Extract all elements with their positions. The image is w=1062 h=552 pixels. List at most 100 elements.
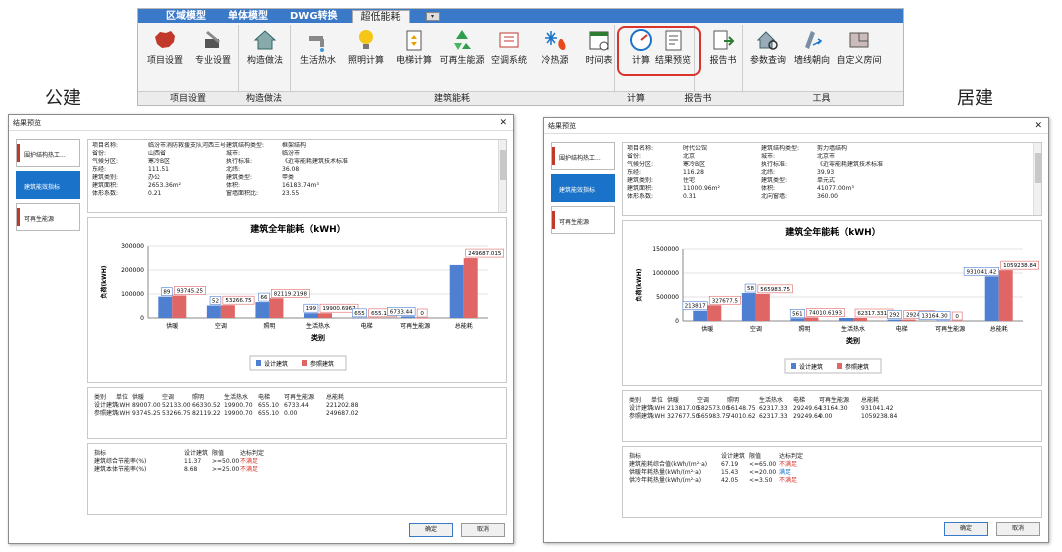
info-value: 16183.74m³ xyxy=(282,182,319,189)
scrollbar-thumb[interactable] xyxy=(500,150,506,180)
nav-item-0[interactable]: 围护结构热工... xyxy=(16,139,80,167)
table-row: 参照建筑 kWH 93745.25 53266.75 82119.22 19900.70 6… xyxy=(94,410,370,418)
close-icon[interactable]: ✕ xyxy=(499,115,507,131)
table-cell: 74010.62 xyxy=(727,413,756,420)
ribbon-lighting-button[interactable]: 照明计算 xyxy=(343,27,389,67)
y-tick-label: 1000000 xyxy=(652,270,679,277)
ribbon-project-settings-button[interactable]: 项目设置 xyxy=(142,27,188,67)
info-value: 办公 xyxy=(148,174,161,181)
table-cell: 建筑本体节能率(%) xyxy=(94,466,147,473)
ribbon-custom-room-button[interactable]: 自定义房间 xyxy=(836,27,882,67)
ribbon-construction-button[interactable]: 构造做法 xyxy=(242,27,288,67)
table-cell: 0.00 xyxy=(284,410,298,417)
ribbon-param-query-button[interactable]: 参数查询 xyxy=(745,27,791,67)
energy-bar-chart: 建筑全年能耗（kWH） 0 100000 200000 300000 负荷(kWH) 供暖 8… xyxy=(100,223,505,371)
data-label: 52 xyxy=(212,298,219,304)
tab-single-model[interactable]: 单体模型 xyxy=(220,10,276,23)
indicator-table: 指标 设计建筑 限值 达标判定 建筑能耗综合值(kWh/(m²·a) 67.19 <=65.… xyxy=(629,453,819,485)
ribbon-pro-settings-button[interactable]: 专业设置 xyxy=(190,27,236,67)
bar-design xyxy=(839,318,853,321)
info-value: 2653.36m² xyxy=(148,182,182,189)
bar-design xyxy=(887,319,902,321)
info-label: 体积: xyxy=(761,185,776,192)
table-cell: 6733.44 xyxy=(284,402,309,409)
ribbon-group-label: 建筑能耗 xyxy=(433,94,470,104)
bar-design xyxy=(790,318,805,321)
ribbon-schedule-button[interactable]: 时间表 xyxy=(576,27,622,67)
table-cell: 42.05 xyxy=(721,477,739,484)
tab-region-model[interactable]: 区域模型 xyxy=(158,10,214,23)
ribbon-renewable-button[interactable]: 可再生能源 xyxy=(439,27,485,67)
info-value: 11000.96m² xyxy=(683,185,720,192)
scrollbar-thumb[interactable] xyxy=(1035,153,1041,183)
legend-swatch xyxy=(791,363,796,369)
tab-ultra-low-energy[interactable]: 超低能耗 xyxy=(351,10,410,23)
data-label: 62317.3313 xyxy=(857,311,891,317)
ok-button[interactable]: 确定 xyxy=(409,523,453,537)
info-value: 39.93 xyxy=(817,169,835,176)
table-row: 参照建筑 kWH 327677.50 565983.75 74010.62 62317.3… xyxy=(629,413,905,421)
project-info-grid: 项目名称: 临汾市消防救援支队河西三号消...建筑结构类型: 框架结构省份: 山西省 城… xyxy=(92,142,494,198)
table-cell: 类别 xyxy=(629,397,642,404)
bar-reference xyxy=(707,305,722,321)
table-cell: 指标 xyxy=(94,450,107,457)
bar-design xyxy=(352,317,367,319)
table-cell: 62317.33 xyxy=(759,405,788,412)
info-value: 0.31 xyxy=(683,193,697,200)
ribbon-item-label: 墙线朝向 xyxy=(793,56,830,66)
x-tick-label: 供暖 xyxy=(701,325,713,333)
info-value: 寒冷B区 xyxy=(148,158,171,165)
table-cell: 52133.00 xyxy=(162,402,191,409)
table-cell: 582573.00 xyxy=(697,405,730,412)
x-tick-label: 可再生能源 xyxy=(935,325,965,333)
info-label: 东经: xyxy=(627,169,642,176)
table-cell: 8.68 xyxy=(184,466,198,473)
ribbon-item-label: 自定义房间 xyxy=(836,56,882,66)
nav-item-0[interactable]: 围护结构热工... xyxy=(551,142,615,170)
ribbon-item-label: 空调系统 xyxy=(490,56,527,66)
data-label: 6733.44 xyxy=(390,309,413,315)
nav-item-1[interactable]: 建筑能效指标 xyxy=(16,171,80,199)
info-value: 临汾市消防救援支队河西三号消... xyxy=(148,142,226,149)
tab-menu-icon[interactable]: ▾ xyxy=(425,12,440,21)
cancel-button[interactable]: 取消 xyxy=(996,522,1040,536)
indicator-panel: 指标 设计建筑 限值 达标判定 建筑能耗综合值(kWh/(m²·a) 67.19 <=65.… xyxy=(622,446,1042,518)
ribbon-item-label: 专业设置 xyxy=(194,56,231,66)
info-label: 窗墙面积比: xyxy=(226,190,259,197)
x-tick-label: 电梯 xyxy=(361,322,373,330)
nav-item-2[interactable]: 可再生能源 xyxy=(551,206,615,234)
info-scrollbar[interactable] xyxy=(498,140,506,212)
ribbon-report-button[interactable]: 报告书 xyxy=(700,27,746,67)
ok-button[interactable]: 确定 xyxy=(944,522,988,536)
highlight-box xyxy=(617,26,701,76)
table-cell: 空调 xyxy=(697,397,710,404)
x-tick-label: 空调 xyxy=(750,325,762,333)
table-cell: >=25.00 xyxy=(212,466,240,473)
x-tick-label: 供暖 xyxy=(166,322,178,330)
energy-table-panel: 类别 单位 供暖 空调 照明 生活热水 电梯 可再生能源 总能耗 设计建筑 kWH 213817.00… xyxy=(622,390,1042,442)
cancel-button[interactable]: 取消 xyxy=(461,523,505,537)
nav-item-1[interactable]: 建筑能效指标 xyxy=(551,174,615,202)
close-icon[interactable]: ✕ xyxy=(1034,118,1042,134)
data-label: 931041.42 xyxy=(967,269,997,275)
table-cell: 供暖 xyxy=(667,397,680,404)
ribbon-wall-orient-button[interactable]: 墙线朝向 xyxy=(789,27,835,67)
compliance-status: 不满足 xyxy=(240,458,259,465)
data-label: 292 xyxy=(889,313,900,319)
ribbon-hvac-button[interactable]: 空调系统 xyxy=(486,27,532,67)
x-tick-label: 照明 xyxy=(798,326,810,333)
table-cell: 19900.70 xyxy=(224,402,253,409)
table-cell: 655.10 xyxy=(258,410,279,417)
table-cell: 达标判定 xyxy=(240,450,265,457)
info-scrollbar[interactable] xyxy=(1033,143,1041,215)
ribbon-heat-cold-button[interactable]: 冷热源 xyxy=(532,27,578,67)
table-cell: 供暖年耗热量(kWh/(m²·a) xyxy=(629,469,702,476)
ribbon-hot-water-button[interactable]: 生活热水 xyxy=(295,27,341,67)
info-value: 框架结构 xyxy=(282,142,307,149)
tab-dwg-convert[interactable]: DWG转换 xyxy=(282,10,346,23)
ribbon-elevator-button[interactable]: 电梯计算 xyxy=(391,27,437,67)
bar-design xyxy=(158,296,173,318)
nav-item-2[interactable]: 可再生能源 xyxy=(16,203,80,231)
x-tick-label: 照明 xyxy=(263,323,275,330)
ribbon-item-label: 冷热源 xyxy=(541,56,569,66)
